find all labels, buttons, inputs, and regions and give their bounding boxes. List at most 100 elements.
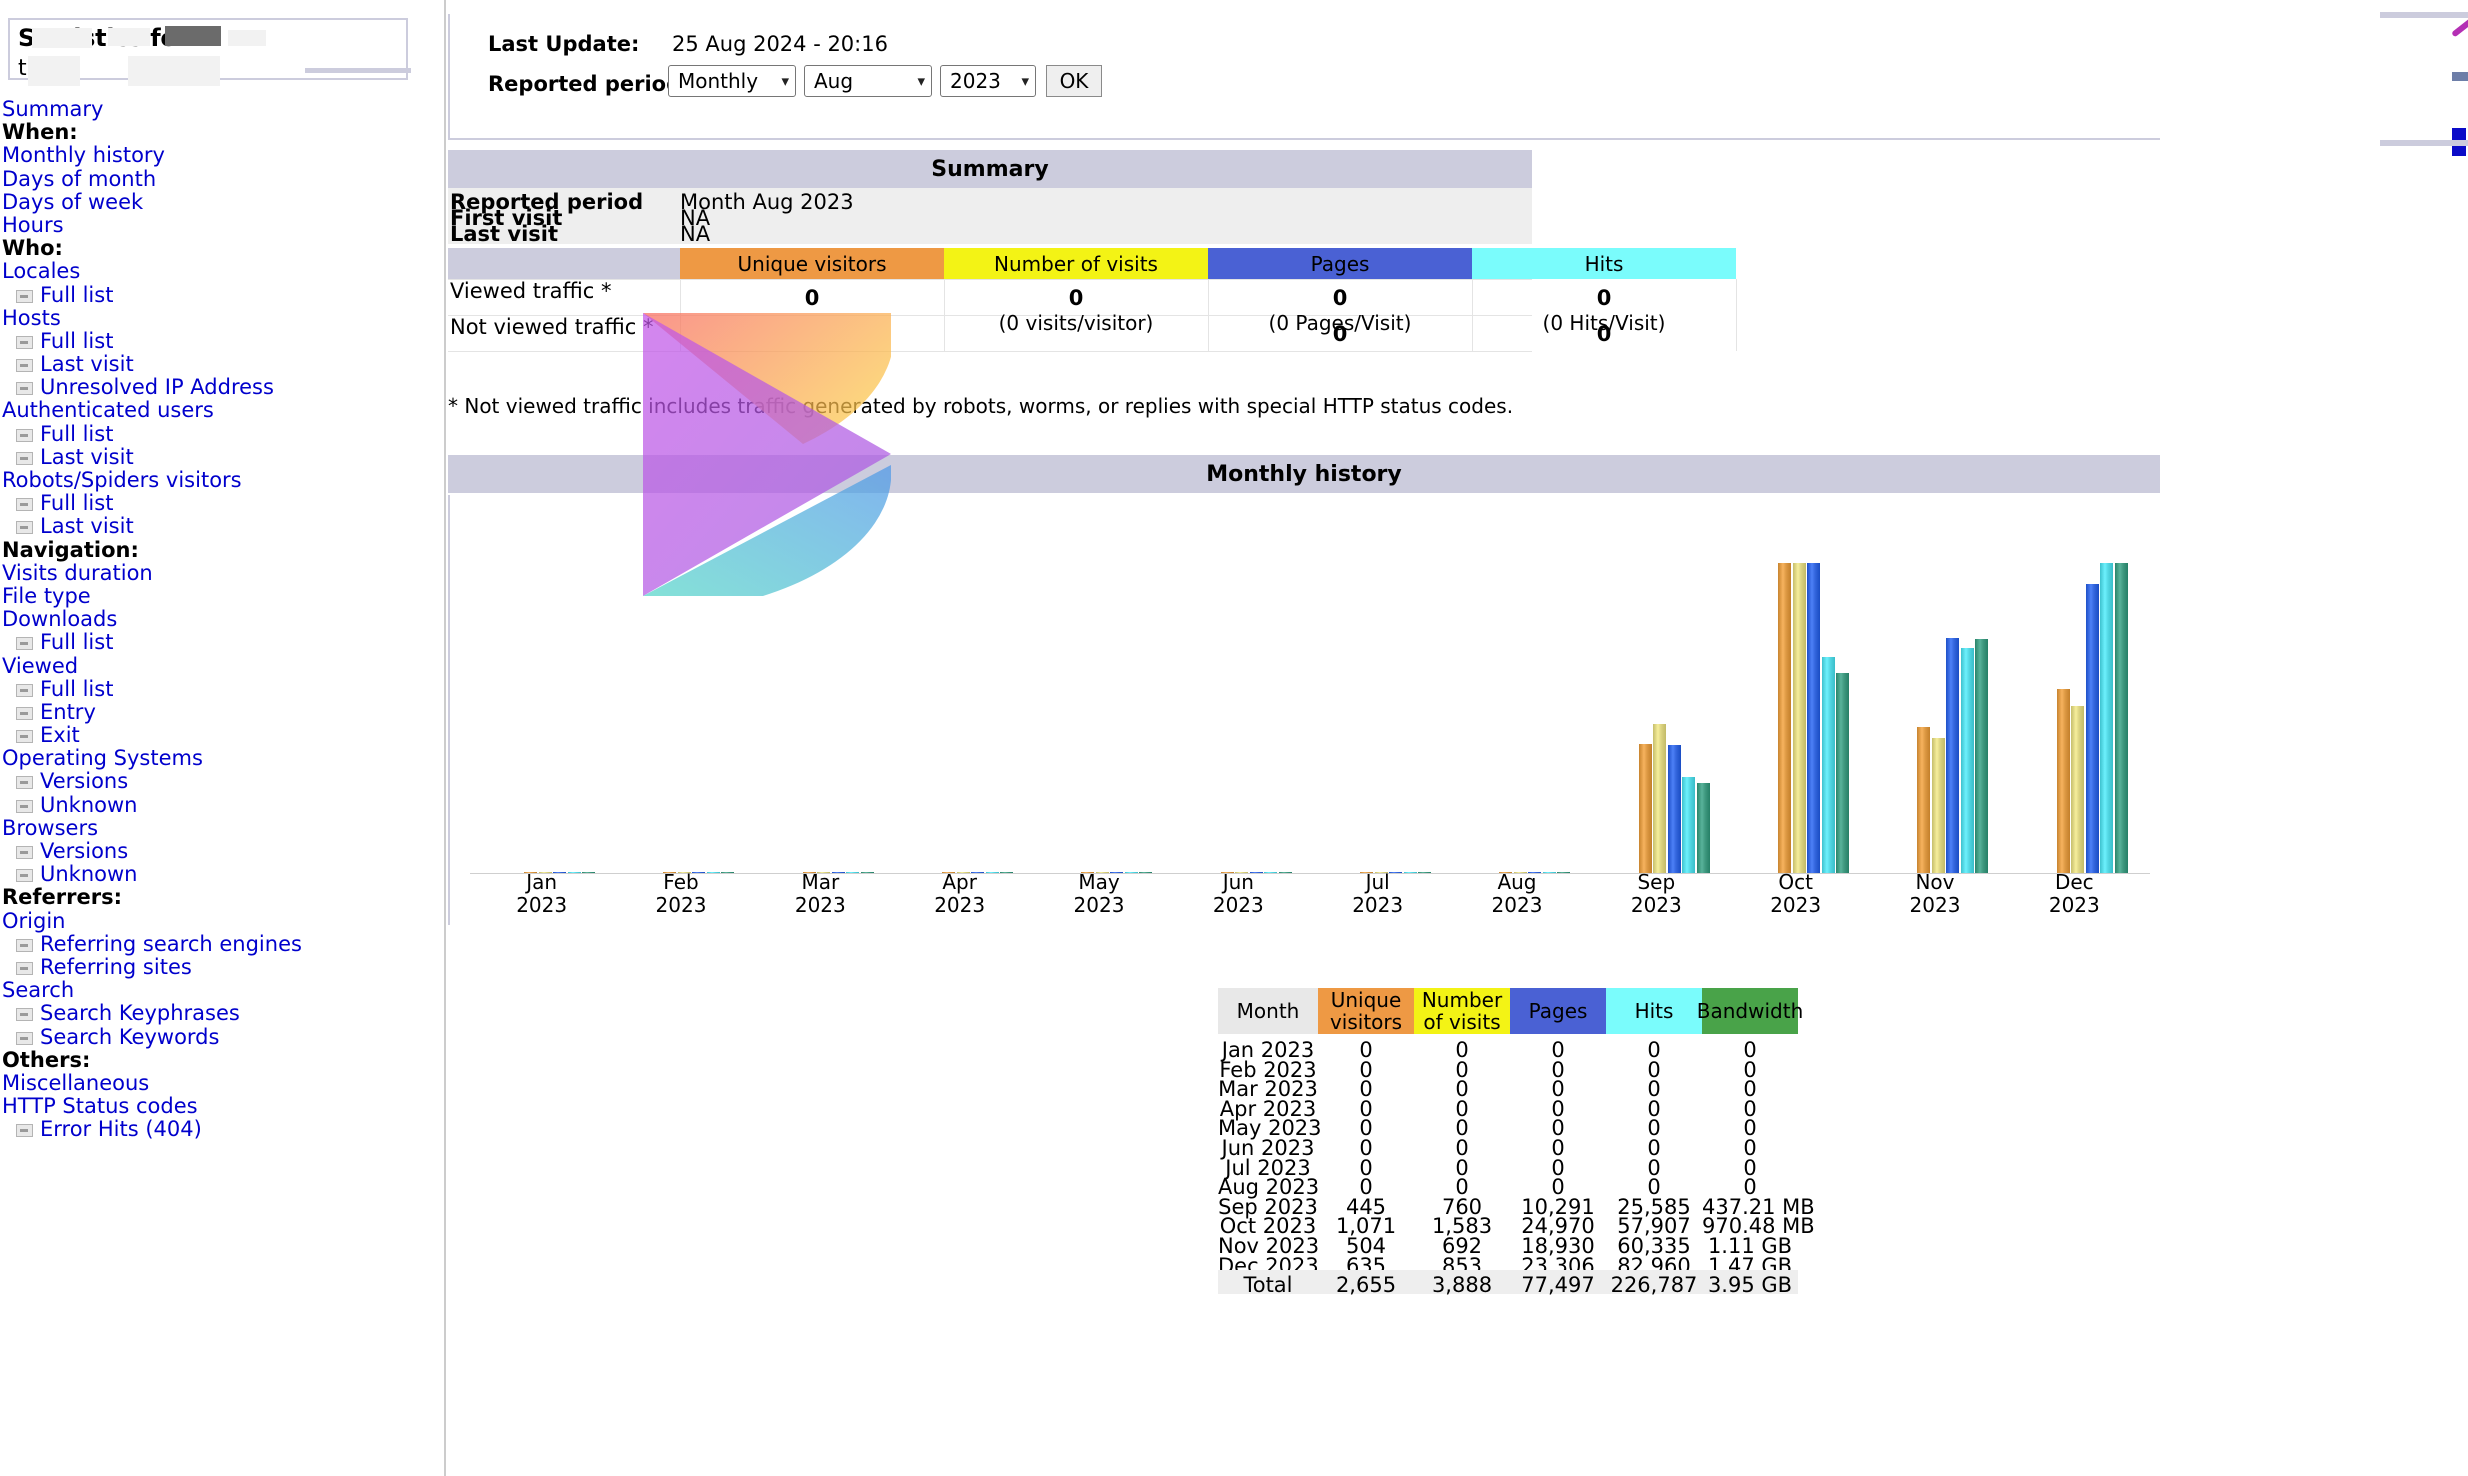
sidebar-item-downloads[interactable]: Downloads <box>0 608 446 631</box>
list-arrow-icon <box>16 335 33 349</box>
sidebar-item-last-visit[interactable]: Last visit <box>0 352 446 376</box>
summary-colhead-pages: Pages <box>1208 248 1472 279</box>
chart-xlabel-year: 2023 <box>1770 893 1822 917</box>
sidebar-item-visits-duration[interactable]: Visits duration <box>0 560 446 585</box>
sidebar-item-search-keywords[interactable]: Search Keywords <box>0 1025 446 1049</box>
summary-row-label-not-viewed-traffic: Not viewed traffic * <box>450 315 654 339</box>
sidebar-item-operating-systems[interactable]: Operating Systems <box>0 747 446 770</box>
sidebar-item-error-hits-404[interactable]: Error Hits (404) <box>0 1118 446 1141</box>
chart-xlabel-may-2023: May 2023 <box>1029 871 1168 917</box>
data-table-header-label: Hits <box>1634 998 1674 1023</box>
sidebar-item-referring-search-engines[interactable]: Referring search engines <box>0 931 446 956</box>
sidebar-item-monthly-history[interactable]: Monthly history <box>0 144 446 167</box>
redaction-block-3 <box>165 26 221 46</box>
chart-group-jul-2023 <box>1308 553 1447 873</box>
sidebar-item-full-list[interactable]: Full list <box>0 631 446 654</box>
sidebar-item-unknown[interactable]: Unknown <box>0 863 446 886</box>
sidebar-item-label: Entry <box>40 699 96 724</box>
sidebar-item-full-list[interactable]: Full list <box>0 422 446 446</box>
sidebar-item-last-visit[interactable]: Last visit <box>0 515 446 538</box>
sidebar-item-authenticated-users[interactable]: Authenticated users <box>0 399 446 422</box>
sidebar-item-robots-spiders-visitors[interactable]: Robots/Spiders visitors <box>0 468 446 492</box>
sidebar-item-search-keyphrases[interactable]: Search Keyphrases <box>0 1002 446 1025</box>
sidebar-item-versions[interactable]: Versions <box>0 770 446 793</box>
chart-xlabel-month: Oct <box>1778 870 1813 894</box>
sidebar-item-hosts[interactable]: Hosts <box>0 306 446 330</box>
sidebar-item-full-list[interactable]: Full list <box>0 283 446 307</box>
sidebar-item-hours[interactable]: Hours <box>0 213 446 237</box>
sidebar-item-origin[interactable]: Origin <box>0 909 446 933</box>
sidebar-item-days-of-week[interactable]: Days of week <box>0 190 446 214</box>
data-table-header-label: Unique visitors <box>1329 987 1403 1034</box>
sidebar-item-viewed[interactable]: Viewed <box>0 654 446 678</box>
chart-bar-bandwidth <box>1836 673 1850 873</box>
redaction-block-4 <box>228 30 266 46</box>
sidebar-item-http-status-codes[interactable]: HTTP Status codes <box>0 1094 446 1118</box>
main-content: Last Update: 25 Aug 2024 - 20:16 Reporte… <box>448 0 2468 1476</box>
chart-bar-pages <box>2085 583 2099 873</box>
redaction-block-1 <box>32 28 92 48</box>
summary-colhead-number-of-visits: Number of visits <box>944 248 1208 279</box>
sidebar-item-days-of-month[interactable]: Days of month <box>0 167 446 191</box>
chart-xlabel-jan-2023: Jan 2023 <box>472 871 611 917</box>
awstats-page: Statistics for ... t SummaryWhen:Monthly… <box>0 0 2468 1476</box>
chart-xlabel-month: Sep <box>1637 870 1676 894</box>
list-arrow-icon <box>16 799 33 813</box>
chart-xlabel-year: 2023 <box>1212 893 1264 917</box>
data-table-header-label: Pages <box>1528 998 1588 1023</box>
list-arrow-icon <box>16 846 33 859</box>
sidebar-item-label: Unknown <box>40 862 138 887</box>
sidebar-section-label: Navigation: <box>2 537 139 562</box>
chart-bar-hits <box>1960 647 1974 873</box>
redaction-block-6 <box>128 56 220 86</box>
ok-button[interactable]: OK <box>1046 65 1102 97</box>
chart-bar-hits <box>1821 656 1835 873</box>
sidebar-item-unknown[interactable]: Unknown <box>0 793 446 817</box>
data-table-header-label: Bandwidth <box>1696 998 1804 1023</box>
period-type-select[interactable]: Monthly ▾ <box>668 65 796 97</box>
year-value: 2023 <box>950 69 1001 93</box>
sidebar-item-locales[interactable]: Locales <box>0 260 446 283</box>
sidebar-item-full-list[interactable]: Full list <box>0 492 446 515</box>
chart-xlabel-month: Jun <box>1222 870 1254 894</box>
list-arrow-icon <box>16 776 33 790</box>
chart-xlabel-year: 2023 <box>1909 893 1961 917</box>
chart-xlabel-aug-2023: Aug 2023 <box>1447 871 1586 917</box>
sidebar-item-search[interactable]: Search <box>0 979 446 1002</box>
summary-gridline-0 <box>448 279 1532 280</box>
sidebar-item-label: Operating Systems <box>2 746 203 771</box>
sidebar-item-file-type[interactable]: File type <box>0 584 446 608</box>
sidebar-item-full-list[interactable]: Full list <box>0 677 446 701</box>
sidebar-item-entry[interactable]: Entry <box>0 699 446 724</box>
chart-xlabel-month: May <box>1078 870 1120 894</box>
sidebar-item-label: Exit <box>40 723 80 748</box>
chart-group-dec-2023 <box>2005 553 2144 873</box>
sidebar-item-summary[interactable]: Summary <box>0 97 446 121</box>
sidebar-item-referring-sites[interactable]: Referring sites <box>0 955 446 979</box>
summary-value-last-visit: NA <box>680 222 711 246</box>
sidebar-item-label: Robots/Spiders visitors <box>2 468 242 492</box>
redaction-block-7 <box>305 68 411 73</box>
month-select[interactable]: Aug ▾ <box>804 65 932 97</box>
sidebar-item-browsers[interactable]: Browsers <box>0 816 446 840</box>
chart-bar-pages <box>1807 563 1821 873</box>
chart-xlabel-jul-2023: Jul 2023 <box>1308 871 1447 917</box>
sidebar-item-full-list[interactable]: Full list <box>0 329 446 353</box>
year-select[interactable]: 2023 ▾ <box>940 65 1036 97</box>
sidebar-section-when: When: <box>0 121 446 144</box>
sidebar-item-label: Referring search engines <box>40 931 302 956</box>
sidebar-item-exit[interactable]: Exit <box>0 723 446 748</box>
chevron-down-icon: ▾ <box>1021 72 1029 90</box>
chart-xlabel-year: 2023 <box>1073 893 1125 917</box>
sidebar-item-miscellaneous[interactable]: Miscellaneous <box>0 1071 446 1095</box>
chart-bar-number-of-visits <box>1931 737 1945 873</box>
sidebar-item-versions[interactable]: Versions <box>0 839 446 863</box>
sidebar-item-label: Visits duration <box>2 560 153 585</box>
sidebar-item-unresolved-ip-address[interactable]: Unresolved IP Address <box>0 376 446 399</box>
sidebar-item-label: Versions <box>40 769 129 794</box>
sidebar-item-last-visit[interactable]: Last visit <box>0 445 446 469</box>
chart-bar-number-of-visits <box>1792 563 1806 873</box>
last-update-label: Last Update: <box>488 32 640 56</box>
chart-bar-number-of-visits <box>2071 705 2085 873</box>
list-arrow-icon <box>16 428 33 442</box>
